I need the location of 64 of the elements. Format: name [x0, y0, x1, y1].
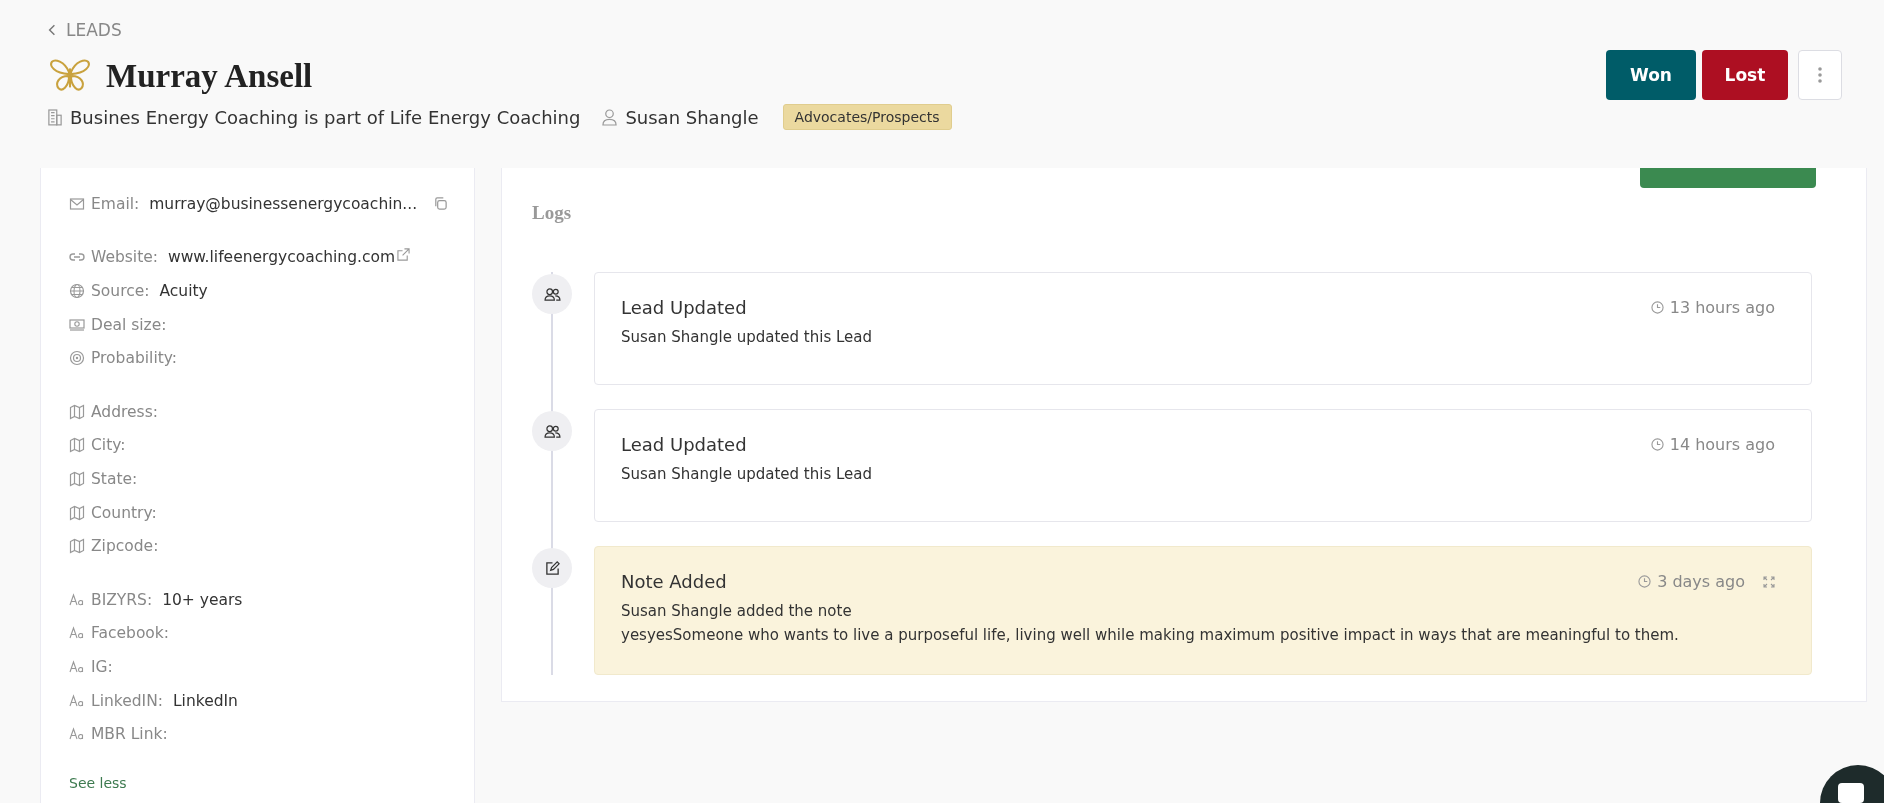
log-time: 13 hours ago	[1669, 298, 1775, 317]
field-label: City:	[91, 436, 126, 455]
field-label: Address:	[91, 402, 158, 421]
log-time: 3 days ago	[1657, 572, 1745, 591]
building-icon	[48, 108, 62, 126]
field-label: Source:	[91, 282, 150, 300]
map-icon	[69, 538, 85, 555]
mail-icon	[69, 195, 85, 212]
lost-button[interactable]: Lost	[1702, 50, 1788, 100]
back-icon[interactable]	[48, 24, 56, 36]
field-label: MBR Link:	[91, 725, 168, 744]
expand-icon[interactable]	[1763, 575, 1775, 588]
field-value: murray@businessenergycoachin...	[149, 194, 418, 213]
log-description: Susan Shangle added the note	[621, 602, 853, 620]
field-label: State:	[91, 469, 138, 488]
external-link-icon[interactable]	[397, 247, 410, 261]
map-icon	[69, 470, 85, 487]
globe-icon	[69, 283, 85, 299]
logs-heading: Logs	[532, 201, 572, 224]
map-icon	[69, 403, 85, 420]
website-link[interactable]: www.lifeenergycoaching.com	[168, 248, 395, 267]
log-title: Lead Updated	[621, 297, 747, 318]
more-button[interactable]	[1798, 50, 1842, 100]
field-value: LinkedIn	[172, 691, 238, 710]
map-icon	[69, 437, 85, 454]
log-title: Note Added	[621, 571, 727, 592]
field-label: Website:	[91, 248, 158, 267]
log-description: Susan Shangle updated this Lead	[621, 465, 874, 483]
field-label: Email:	[91, 194, 140, 213]
person-icon	[602, 108, 618, 126]
field-value: Acuity	[159, 282, 208, 300]
clock-icon	[1650, 301, 1664, 314]
money-icon	[69, 316, 85, 333]
log-description: Susan Shangle updated this Lead	[621, 328, 874, 346]
clock-icon	[1638, 575, 1652, 588]
clock-icon	[1650, 438, 1664, 451]
field-label: Facebook:	[91, 624, 170, 643]
users-icon	[532, 274, 572, 314]
field-label: Zipcode:	[91, 537, 159, 556]
see-less-link[interactable]: See less	[69, 774, 127, 791]
more-icon[interactable]	[1818, 67, 1822, 83]
tag-badge: Advocates/Prospects	[782, 104, 952, 130]
note-text: yesyesSomeone who wants to live a purposeful life, living well while making maximum positive impact in ways that are meaningful to them.	[621, 626, 1680, 644]
owner-text: Susan Shangle	[625, 106, 759, 128]
company-text: Busines Energy Coaching is part of Life Energy Coaching	[70, 106, 581, 128]
note-icon	[532, 548, 572, 588]
users-icon	[532, 411, 572, 451]
map-icon	[69, 504, 85, 521]
copy-icon[interactable]	[433, 196, 449, 212]
log-title: Lead Updated	[621, 434, 747, 455]
field-label: BIZYRS:	[91, 590, 153, 609]
text-format-icon	[69, 692, 85, 709]
log-time: 14 hours ago	[1669, 435, 1775, 454]
field-label: Probability:	[91, 349, 178, 368]
field-label: Deal size:	[91, 315, 167, 334]
text-format-icon	[69, 591, 85, 608]
target-icon	[69, 350, 85, 367]
field-label: LinkedIN:	[91, 691, 163, 710]
field-value: 10+ years	[162, 590, 243, 609]
text-format-icon	[69, 658, 85, 675]
field-label: IG:	[91, 657, 113, 676]
won-button[interactable]: Won	[1606, 50, 1696, 100]
field-label: Country:	[91, 503, 157, 522]
lead-name: Murray Ansell	[106, 57, 313, 95]
